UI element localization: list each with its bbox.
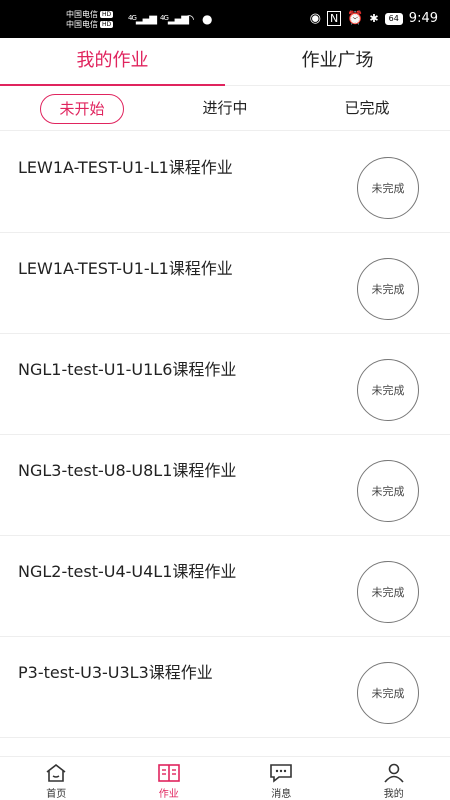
list-item[interactable]: NGL1-test-U1-U1L6课程作业 未完成	[0, 334, 450, 435]
homework-title: P3-test-U3-U3L3课程作业	[18, 663, 213, 682]
homework-title: LEW1A-TEST-U1-L1课程作业	[18, 158, 233, 177]
list-item[interactable]: LEW1A-TEST-U1-L1课程作业 未完成	[0, 233, 450, 334]
tab-homework-square[interactable]: 作业广场	[225, 38, 450, 85]
network-type-2: 4G	[160, 14, 169, 22]
clock: 9:49	[408, 11, 438, 26]
status-badge: 未完成	[357, 460, 419, 522]
status-bar: 中国电信 HD 中国电信 HD 4G▂▄▆ 4G▂▄▆ ◠ ● ◉ N ⏰ ✱ 64…	[0, 0, 450, 38]
sub-tabs: 未开始 进行中 已完成	[0, 87, 450, 131]
homework-title: NGL1-test-U1-U1L6课程作业	[18, 360, 237, 379]
nav-label-home: 首页	[46, 789, 67, 800]
nav-label-messages: 消息	[271, 789, 292, 800]
list-item[interactable]: NGL3-test-U8-U8L1课程作业 未完成	[0, 435, 450, 536]
homework-title: NGL2-test-U4-U4L1课程作业	[18, 562, 237, 581]
status-badge: 未完成	[357, 561, 419, 623]
tab-my-homework[interactable]: 我的作业	[0, 38, 225, 86]
carrier-2: 中国电信	[66, 20, 98, 29]
status-badge: 未完成	[357, 258, 419, 320]
carrier-1: 中国电信	[66, 10, 98, 19]
status-badge: 未完成	[357, 157, 419, 219]
wifi-icon: ◠	[184, 12, 195, 26]
list-item[interactable]: NGL2-test-U4-U4L1课程作业 未完成	[0, 536, 450, 637]
nav-item-home[interactable]: 首页	[0, 757, 113, 800]
battery-icon: 64	[384, 12, 403, 25]
nav-label-homework: 作业	[158, 789, 179, 800]
message-icon	[269, 762, 293, 784]
homework-title: NGL3-test-U8-U8L1课程作业	[18, 461, 237, 480]
chat-notification-icon: ●	[202, 12, 213, 26]
subtab-in-progress[interactable]: 进行中	[180, 94, 270, 124]
status-badge: 未完成	[357, 662, 419, 724]
bluetooth-icon: ✱	[369, 12, 379, 25]
bottom-nav: 首页 作业 消息 我的	[0, 756, 450, 800]
nav-item-me[interactable]: 我的	[338, 757, 450, 800]
subtab-completed[interactable]: 已完成	[322, 94, 412, 124]
nav-item-messages[interactable]: 消息	[225, 757, 338, 800]
nav-label-me: 我的	[383, 789, 404, 800]
carrier-info: 中国电信 HD 中国电信 HD	[66, 10, 114, 30]
top-tabs: 我的作业 作业广场	[0, 38, 450, 86]
homework-list: LEW1A-TEST-U1-L1课程作业 未完成 LEW1A-TEST-U1-L…	[0, 132, 450, 738]
eye-icon: ◉	[309, 11, 321, 26]
alarm-icon: ⏰	[347, 11, 364, 26]
person-icon	[382, 762, 406, 784]
homework-title: LEW1A-TEST-U1-L1课程作业	[18, 259, 233, 278]
nav-item-homework[interactable]: 作业	[113, 757, 226, 800]
list-item[interactable]: P3-test-U3-U3L3课程作业 未完成	[0, 637, 450, 738]
home-icon	[44, 762, 68, 784]
hd-badge-2: HD	[100, 21, 114, 28]
hd-badge-1: HD	[100, 11, 114, 18]
signal-icon-1: 4G▂▄▆	[128, 14, 157, 25]
nfc-icon: N	[326, 11, 342, 26]
list-item[interactable]: LEW1A-TEST-U1-L1课程作业 未完成	[0, 132, 450, 233]
subtab-not-started[interactable]: 未开始	[40, 94, 124, 124]
status-right: ◉ N ⏰ ✱ 64 9:49	[310, 11, 438, 26]
network-type-1: 4G	[128, 14, 137, 22]
book-icon	[157, 762, 181, 784]
status-badge: 未完成	[357, 359, 419, 421]
